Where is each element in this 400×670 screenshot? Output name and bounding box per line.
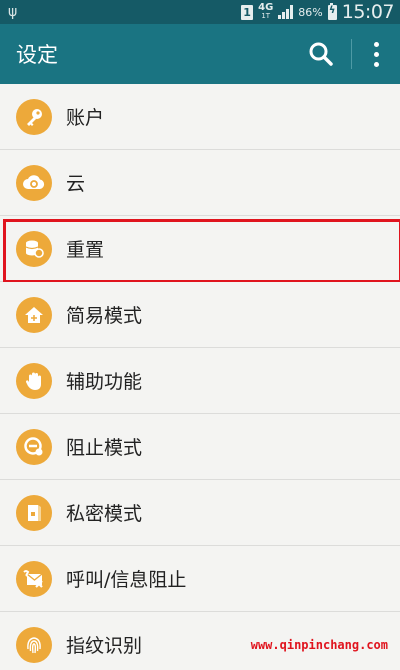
network-indicator: 4G 1T	[258, 3, 273, 21]
cloud-icon	[16, 164, 52, 201]
settings-item-label: 重置	[66, 239, 105, 261]
clock: 15:07	[341, 1, 395, 23]
action-bar: 设定	[0, 24, 400, 84]
settings-list: 账户 云 重置 简易模式 辅助功能 阻止模式 私密模式 呼叫/信息阻止 指纹识别	[0, 84, 400, 670]
network-sub: 1T	[261, 12, 271, 20]
settings-item-label: 指纹识别	[66, 635, 143, 657]
settings-item-reset[interactable]: 重置	[0, 216, 400, 283]
call-block-icon	[16, 560, 52, 597]
settings-item-label: 呼叫/信息阻止	[66, 569, 187, 591]
hand-icon	[16, 362, 52, 399]
page-title: 设定	[16, 43, 58, 67]
home-easy-mode-icon	[16, 296, 52, 333]
settings-item-account[interactable]: 账户	[0, 84, 400, 150]
block-mode-icon	[16, 428, 52, 465]
fingerprint-icon	[16, 626, 52, 663]
usb-icon: ψ	[8, 4, 18, 20]
settings-item-label: 简易模式	[66, 305, 143, 327]
settings-item-accessibility[interactable]: 辅助功能	[0, 348, 400, 414]
action-divider	[351, 39, 352, 69]
more-options-button[interactable]	[366, 36, 386, 72]
settings-item-cloud[interactable]: 云	[0, 150, 400, 216]
settings-item-private-mode[interactable]: 私密模式	[0, 480, 400, 546]
settings-item-label: 私密模式	[66, 503, 143, 525]
settings-item-label: 辅助功能	[66, 371, 143, 393]
settings-item-label: 云	[66, 173, 86, 195]
search-button[interactable]	[303, 36, 339, 72]
status-bar: ψ 1 4G 1T 86% ϟ 15:07	[0, 0, 400, 24]
settings-item-label: 账户	[66, 107, 105, 129]
settings-item-block-mode[interactable]: 阻止模式	[0, 414, 400, 480]
sim-indicator: 1	[241, 4, 254, 20]
settings-item-label: 阻止模式	[66, 437, 143, 459]
settings-item-easy-mode[interactable]: 简易模式	[0, 282, 400, 348]
battery-charging-icon: ϟ	[327, 2, 337, 20]
private-mode-icon	[16, 494, 52, 531]
watermark: www.qinpinchang.com	[250, 638, 388, 652]
signal-icon	[278, 5, 294, 19]
settings-item-call-block[interactable]: 呼叫/信息阻止	[0, 546, 400, 612]
battery-percent: 86%	[298, 5, 323, 19]
backup-reset-icon	[16, 230, 52, 267]
search-icon	[309, 42, 333, 66]
key-icon	[16, 98, 52, 135]
